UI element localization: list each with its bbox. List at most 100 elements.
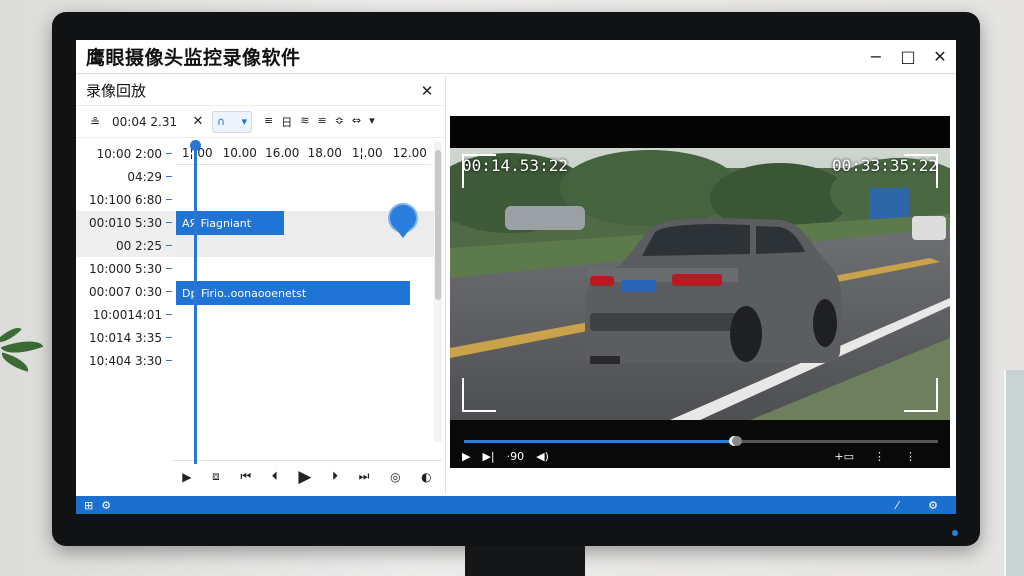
date-icon[interactable]: 日: [281, 114, 292, 130]
playback-panel: 录像回放 ✕ ≗ 00:04 2.31 ✕ ∩ ▾ ≡ 日 ≋ ≌ ≎ ⇔ ▾ …: [76, 76, 446, 494]
dropdown-value: ∩: [217, 115, 226, 128]
video-control-bar: ▶ ▶| ·90 ◀) +▭ ⋮ ⋮: [450, 420, 950, 468]
playhead[interactable]: [194, 142, 197, 464]
more-icon[interactable]: ⋮: [874, 450, 885, 463]
screen-icon[interactable]: +▭: [834, 450, 854, 463]
clear-time-icon[interactable]: ✕: [190, 114, 206, 129]
video-player: 00:14.53:22 00:33:35:22 ▶ ▶| ·90 ◀) +▭ ⋮…: [450, 116, 950, 468]
channel-dropdown[interactable]: ∩ ▾: [212, 110, 252, 133]
time-row[interactable]: 00:007 0:30: [76, 280, 176, 303]
panel-title: 录像回放: [86, 82, 147, 100]
time-row[interactable]: 00 2:25: [76, 234, 176, 257]
time-row[interactable]: 10:404 3:30: [76, 349, 176, 372]
skip-forward-icon[interactable]: ⏭: [359, 469, 370, 484]
chevron-down-icon[interactable]: ▾: [369, 114, 375, 130]
more-icon[interactable]: ⋮: [905, 450, 916, 463]
screen: 鹰眼摄像头监控录像软件 − □ ✕ 录像回放 ✕ ≗ 00:04 2.31 ✕ …: [76, 40, 956, 514]
recording-clip[interactable]: AЯ Fiagniant: [176, 211, 284, 235]
time-label: 10:404 3:30: [89, 353, 162, 368]
frame-corner: [462, 154, 496, 188]
step-back-icon[interactable]: ⏴: [272, 469, 278, 484]
frame-corner: [904, 154, 938, 188]
time-row[interactable]: 10:000 5:30: [76, 257, 176, 280]
time-label: 10:014 3:35: [89, 330, 162, 345]
recording-clip[interactable]: Dp Firio..oonaooenetst: [176, 281, 410, 305]
seek-bar[interactable]: [464, 436, 938, 446]
time-column: 10:00 2:00 04:29 10:100 6:80 00:010 5:30…: [76, 142, 176, 372]
app-title: 鹰眼摄像头监控录像软件: [86, 47, 301, 69]
plant: [0, 322, 50, 390]
time-row[interactable]: 10:00 2:00: [76, 142, 176, 165]
playback-toolbar: ≗ 00:04 2.31 ✕ ∩ ▾ ≡ 日 ≋ ≌ ≎ ⇔ ▾: [76, 106, 445, 138]
event-marker-pointer: [396, 229, 410, 238]
timeline-scrollbar[interactable]: [434, 142, 442, 442]
ruler-label: 18.00: [307, 146, 342, 160]
minimize-button[interactable]: −: [860, 40, 892, 74]
time-label: 10:0014:01: [92, 307, 162, 322]
monitor: 鹰眼摄像头监控录像软件 − □ ✕ 录像回放 ✕ ≗ 00:04 2.31 ✕ …: [52, 12, 980, 546]
close-button[interactable]: ✕: [924, 40, 956, 74]
monitor-stand: [465, 546, 585, 576]
timeline: 1¦.00 10.00 16.00 18.00 1¦.00 12.00 10:0…: [76, 140, 446, 464]
time-label: 10:00 2:00: [96, 146, 162, 161]
panel-header: 录像回放 ✕: [76, 76, 445, 106]
title-bar: 鹰眼摄像头监控录像软件 − □ ✕: [76, 40, 956, 74]
time-field[interactable]: 00:04 2.31: [112, 115, 190, 129]
video-right-controls: +▭ ⋮ ⋮: [834, 450, 928, 463]
step-forward-icon[interactable]: ⏵: [332, 469, 338, 484]
snapshot-icon[interactable]: ◎: [390, 470, 400, 484]
ruler-label: 16.00: [265, 146, 300, 160]
time-ruler: 1¦.00 10.00 16.00 18.00 1¦.00 12.00: [176, 142, 431, 165]
video-play-icon[interactable]: ▶: [462, 450, 470, 463]
time-row[interactable]: 10:100 6:80: [76, 188, 176, 211]
more-icon[interactable]: ⇔: [352, 114, 361, 130]
time-label: 00 2:25: [115, 238, 162, 253]
time-label: ·90: [506, 450, 525, 463]
frame-corner: [904, 378, 938, 412]
list-icon[interactable]: ≡: [264, 114, 273, 130]
next-frame-icon[interactable]: ▶|: [482, 450, 494, 463]
start-icon[interactable]: ⊞: [84, 499, 93, 512]
playhead-handle[interactable]: [190, 140, 201, 151]
skip-back-icon[interactable]: ⏮: [240, 469, 251, 484]
time-row[interactable]: 10:014 3:35: [76, 326, 176, 349]
tray-pen-icon[interactable]: ⁄: [896, 499, 898, 512]
filter-icon[interactable]: ≋: [300, 114, 309, 130]
ruler-label: 1¦.00: [351, 146, 383, 160]
wall-object: [1004, 370, 1024, 576]
time-label: 10:000 5:30: [89, 261, 162, 276]
ruler-label: 10.00: [222, 146, 257, 160]
calendar-icon[interactable]: ≗: [86, 115, 104, 129]
time-label: 04:29: [127, 169, 162, 184]
tray-gear-icon[interactable]: ⚙: [928, 499, 938, 512]
sort-icon[interactable]: ≌: [317, 114, 326, 130]
buffer-marker: [732, 436, 742, 446]
frame-corner: [462, 378, 496, 412]
playback-controls: ▶ ⧈ ⏮ ⏴ ▶ ⏵ ⏭ ◎ ◐: [172, 460, 442, 492]
chevron-down-icon: ▾: [241, 115, 247, 128]
time-label: 00:007 0:30: [89, 284, 162, 299]
volume-icon[interactable]: ◀): [536, 450, 549, 463]
scrollbar-thumb[interactable]: [435, 150, 441, 300]
settings-icon[interactable]: ⚙: [101, 499, 111, 512]
taskbar: ⊞ ⚙ ⁄ ⚙: [76, 496, 956, 514]
play-icon[interactable]: ▶: [182, 470, 191, 484]
time-row[interactable]: 00:010 5:30: [76, 211, 176, 234]
clip-icon[interactable]: ⧈: [212, 469, 220, 484]
time-label: 10:100 6:80: [89, 192, 162, 207]
toolbar-tools: ≡ 日 ≋ ≌ ≎ ⇔ ▾: [264, 114, 375, 130]
camera-footage: [450, 148, 950, 420]
track-area[interactable]: AЯ Fiagniant Dp Firio..oonaooenetst: [176, 165, 434, 454]
search-icon[interactable]: ≎: [335, 114, 344, 130]
time-row[interactable]: 10:0014:01: [76, 303, 176, 326]
power-led: [952, 530, 958, 536]
maximize-button[interactable]: □: [892, 40, 924, 74]
time-label: 00:010 5:30: [89, 215, 162, 230]
play-button[interactable]: ▶: [298, 467, 311, 487]
audio-icon[interactable]: ◐: [421, 470, 431, 484]
time-row[interactable]: 04:29: [76, 165, 176, 188]
video-controls: ▶ ▶| ·90 ◀) +▭ ⋮ ⋮: [462, 450, 940, 463]
video-frame[interactable]: 00:14.53:22 00:33:35:22: [450, 148, 950, 420]
ruler-label: 12.00: [392, 146, 427, 160]
panel-close-button[interactable]: ✕: [417, 82, 437, 100]
